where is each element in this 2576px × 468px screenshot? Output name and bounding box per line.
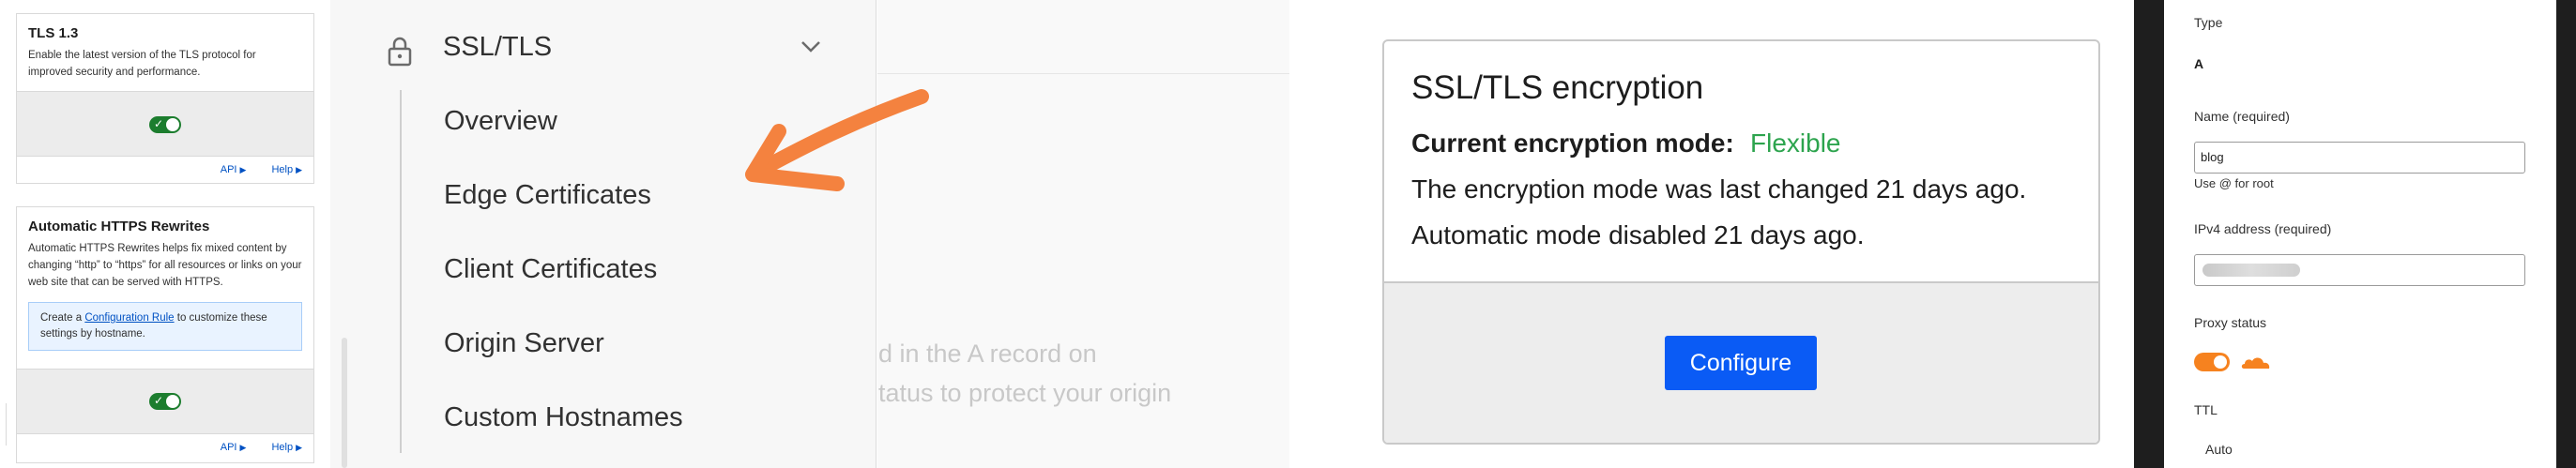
proxy-status-label: Proxy status <box>2194 315 2267 330</box>
automatic-mode-text: Automatic mode disabled 21 days ago. <box>1411 220 1865 249</box>
dns-record-panel: Type A Name (required) blog Use @ for ro… <box>2134 0 2576 468</box>
ipv4-label: IPv4 address (required) <box>2194 221 2332 236</box>
ssl-tls-encryption-card: SSL/TLS encryption Current encryption mo… <box>1382 39 2100 445</box>
encryption-card-footer: Configure <box>1384 281 2098 443</box>
tls13-toggle-area: ✓ <box>17 91 313 157</box>
redacted-ip <box>2203 264 2300 277</box>
tls13-links: API ▶ Help ▶ <box>198 164 302 175</box>
type-value: A <box>2194 56 2204 71</box>
panel-divider <box>6 403 7 445</box>
type-label: Type <box>2194 15 2223 30</box>
https-rewrites-links: API ▶ Help ▶ <box>198 442 302 453</box>
name-hint: Use @ for root <box>2194 176 2274 190</box>
check-icon: ✓ <box>154 117 164 130</box>
ssl-tls-nav-panel: d in the A record on tatus to protect yo… <box>330 0 1289 468</box>
https-rewrites-toggle-area: ✓ <box>17 369 313 434</box>
configure-button[interactable]: Configure <box>1665 336 1817 390</box>
https-rewrites-description: Automatic HTTPS Rewrites helps fix mixed… <box>28 243 302 288</box>
encryption-mode-value: Flexible <box>1750 128 1841 158</box>
tls-settings-panel: TLS 1.3 Enable the latest version of the… <box>0 0 328 468</box>
proxy-status-toggle[interactable] <box>2194 353 2230 371</box>
mode-changed-text: The encryption mode was last changed 21 … <box>1411 174 2027 204</box>
check-icon: ✓ <box>154 394 164 407</box>
encryption-mode-label: Current encryption mode: <box>1411 128 1734 158</box>
ttl-label: TTL <box>2194 402 2218 417</box>
tls13-card: TLS 1.3 Enable the latest version of the… <box>16 13 314 184</box>
https-rewrites-help-link[interactable]: Help ▶ <box>271 442 302 453</box>
dns-record-form: Type A Name (required) blog Use @ for ro… <box>2164 0 2556 468</box>
annotation-arrow-icon <box>745 89 929 191</box>
https-rewrites-toggle[interactable]: ✓ <box>149 393 181 410</box>
toggle-knob <box>166 395 179 408</box>
encryption-title: SSL/TLS encryption <box>1411 69 1704 106</box>
toggle-knob <box>166 118 179 131</box>
cloud-icon <box>2241 357 2270 369</box>
ttl-value[interactable]: Auto <box>2205 442 2233 457</box>
configuration-rule-info: Create a Configuration Rule to customize… <box>28 302 302 351</box>
tls13-help-link[interactable]: Help ▶ <box>271 164 302 175</box>
https-rewrites-card: Automatic HTTPS Rewrites Automatic HTTPS… <box>16 206 314 463</box>
configuration-rule-link[interactable]: Configuration Rule <box>84 312 174 324</box>
caret-right-icon: ▶ <box>239 443 247 452</box>
tls13-toggle[interactable]: ✓ <box>149 116 181 133</box>
ipv4-input[interactable] <box>2194 254 2525 286</box>
tls13-title: TLS 1.3 <box>28 25 79 41</box>
name-label: Name (required) <box>2194 109 2290 124</box>
https-rewrites-title: Automatic HTTPS Rewrites <box>28 219 210 234</box>
encryption-panel: SSL/TLS encryption Current encryption mo… <box>1289 0 2134 468</box>
info-prefix: Create a <box>40 312 85 324</box>
toggle-knob <box>2214 355 2227 369</box>
tls13-api-link[interactable]: API ▶ <box>221 164 247 175</box>
name-input[interactable]: blog <box>2194 142 2525 174</box>
caret-right-icon: ▶ <box>239 165 247 174</box>
tls13-description: Enable the latest version of the TLS pro… <box>28 50 256 78</box>
caret-right-icon: ▶ <box>296 443 302 452</box>
https-rewrites-api-link[interactable]: API ▶ <box>221 442 247 453</box>
screenshot-stage: TLS 1.3 Enable the latest version of the… <box>0 0 2576 468</box>
caret-right-icon: ▶ <box>296 165 302 174</box>
